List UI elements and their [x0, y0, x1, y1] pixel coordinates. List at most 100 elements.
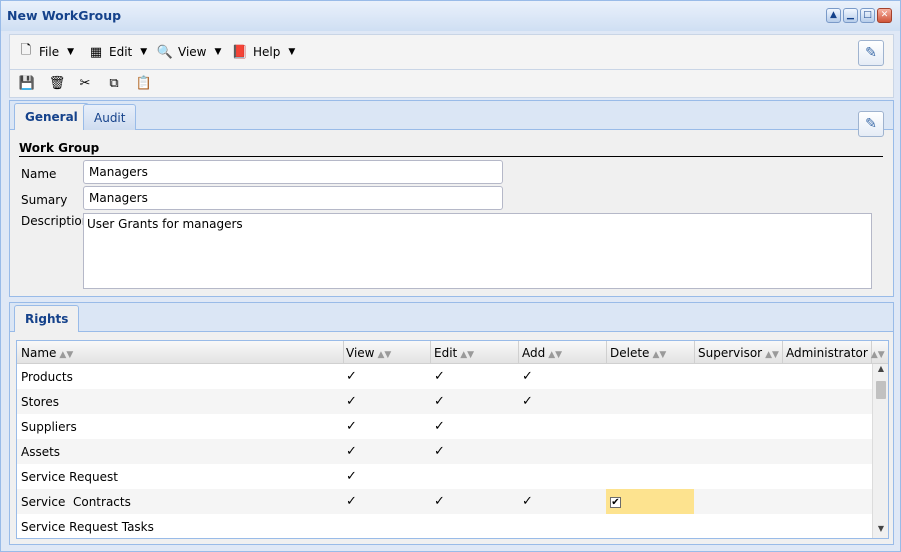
- window-titlebar[interactable]: New WorkGroup ▲ ▁ □ ✕: [1, 1, 900, 31]
- cell-delete[interactable]: [606, 439, 694, 464]
- cut-icon[interactable]: ✂: [76, 74, 94, 92]
- edit-mode-button[interactable]: ✎: [858, 40, 884, 66]
- cell-name: Suppliers: [21, 420, 77, 434]
- cell-supervisor[interactable]: [694, 439, 782, 464]
- cell-delete[interactable]: [606, 389, 694, 414]
- table-row[interactable]: Assets ✓ ✓: [17, 439, 872, 464]
- delete-icon[interactable]: 🗑: [48, 74, 66, 92]
- table-row[interactable]: Products ✓ ✓ ✓: [17, 364, 872, 389]
- close-icon[interactable]: ✕: [877, 8, 892, 23]
- workgroup-window: New WorkGroup ▲ ▁ □ ✕ 🗋 File ▼ ▦ Edit ▼ …: [0, 0, 901, 552]
- cell-edit[interactable]: ✓: [430, 489, 518, 514]
- column-header-administrator[interactable]: Administrator ▲▼: [782, 341, 885, 364]
- cell-edit[interactable]: [430, 514, 518, 538]
- cell-administrator[interactable]: [782, 439, 872, 464]
- column-header-supervisor[interactable]: Supervisor ▲▼: [694, 341, 783, 364]
- cell-supervisor[interactable]: [694, 464, 782, 489]
- cell-edit[interactable]: ✓: [430, 414, 518, 439]
- minimize-icon[interactable]: ▁: [843, 8, 858, 23]
- cell-edit[interactable]: ✓: [430, 389, 518, 414]
- cell-view[interactable]: ✓: [342, 414, 430, 439]
- column-header-view[interactable]: View ▲▼: [342, 341, 431, 364]
- tab-rights[interactable]: Rights: [14, 305, 80, 332]
- column-header-name[interactable]: Name ▲▼: [17, 341, 344, 364]
- column-header-delete[interactable]: Delete ▲▼: [606, 341, 695, 364]
- cell-view[interactable]: ✓: [342, 439, 430, 464]
- cell-view[interactable]: ✓: [342, 489, 430, 514]
- table-row[interactable]: Service Request ✓: [17, 464, 872, 489]
- cell-delete[interactable]: [606, 364, 694, 389]
- column-header-add[interactable]: Add ▲▼: [518, 341, 607, 364]
- menu-edit[interactable]: ▦ Edit ▼: [88, 44, 147, 60]
- maximize-icon[interactable]: □: [860, 8, 875, 23]
- cell-delete[interactable]: [606, 514, 694, 538]
- menu-help-label: Help: [253, 45, 281, 59]
- cell-administrator[interactable]: [782, 464, 872, 489]
- scroll-down-icon[interactable]: ▼: [873, 524, 888, 538]
- cell-view[interactable]: ✓: [342, 364, 430, 389]
- menu-view[interactable]: 🔍 View ▼: [157, 44, 222, 60]
- cell-add[interactable]: [518, 414, 606, 439]
- cell-name: Products: [21, 370, 73, 384]
- cell-delete[interactable]: [606, 414, 694, 439]
- copy-icon[interactable]: ⧉: [105, 74, 123, 92]
- collapse-icon[interactable]: ▲: [826, 8, 841, 23]
- file-icon: 🗋: [20, 43, 32, 58]
- tab-general[interactable]: General: [14, 103, 89, 130]
- cell-add[interactable]: ✓: [518, 489, 606, 514]
- cell-delete[interactable]: [606, 464, 694, 489]
- save-icon[interactable]: 💾: [18, 74, 36, 92]
- cell-supervisor[interactable]: [694, 514, 782, 538]
- cell-view[interactable]: ✓: [342, 389, 430, 414]
- menu-view-label: View: [178, 45, 207, 59]
- table-row[interactable]: Service Contracts ✓ ✓ ✓ ✔: [17, 489, 872, 514]
- cell-add[interactable]: [518, 464, 606, 489]
- menu-file[interactable]: 🗋 File ▼: [18, 43, 75, 60]
- paste-icon[interactable]: 📋: [135, 74, 153, 92]
- cell-supervisor[interactable]: [694, 489, 782, 514]
- grid-scrollbar[interactable]: ▲ ▼: [872, 364, 888, 538]
- cell-edit[interactable]: ✓: [430, 364, 518, 389]
- summary-input[interactable]: [83, 186, 503, 210]
- chevron-down-icon: ▼: [67, 47, 75, 57]
- name-input[interactable]: [83, 160, 503, 184]
- cell-add[interactable]: ✓: [518, 389, 606, 414]
- rights-grid: Name ▲▼ View ▲▼ Edit ▲▼ Add ▲▼ Delete ▲▼ Supe…: [16, 340, 889, 539]
- cell-administrator[interactable]: [782, 514, 872, 538]
- description-textarea[interactable]: User Grants for managers: [83, 213, 872, 289]
- cell-supervisor[interactable]: [694, 389, 782, 414]
- scroll-up-icon[interactable]: ▲: [873, 364, 888, 378]
- cell-add[interactable]: [518, 439, 606, 464]
- cell-supervisor[interactable]: [694, 364, 782, 389]
- delete-checkbox[interactable]: ✔: [610, 497, 621, 508]
- menu-help[interactable]: 📕 Help ▼: [232, 44, 295, 60]
- cell-add[interactable]: [518, 514, 606, 538]
- window-title: New WorkGroup: [7, 8, 122, 23]
- cell-supervisor[interactable]: [694, 414, 782, 439]
- cell-administrator[interactable]: [782, 364, 872, 389]
- cell-administrator[interactable]: [782, 389, 872, 414]
- summary-label: Sumary: [21, 193, 68, 207]
- tab-audit[interactable]: Audit: [83, 104, 137, 130]
- column-header-label: Supervisor: [698, 346, 763, 360]
- table-row[interactable]: Stores ✓ ✓ ✓: [17, 389, 872, 414]
- cell-view[interactable]: ✓: [342, 464, 430, 489]
- table-row[interactable]: Suppliers ✓ ✓: [17, 414, 872, 439]
- cell-name: Service Request Tasks: [21, 520, 154, 534]
- window-tools: ▲ ▁ □ ✕: [826, 8, 892, 23]
- cell-view[interactable]: [342, 514, 430, 538]
- cell-add[interactable]: ✓: [518, 364, 606, 389]
- scroll-thumb[interactable]: [876, 381, 886, 399]
- grid-header: Name ▲▼ View ▲▼ Edit ▲▼ Add ▲▼ Delete ▲▼ Supe…: [17, 341, 888, 364]
- grid-body: Products ✓ ✓ ✓ Stores ✓ ✓ ✓ Suppliers ✓ ✓ Assets ✓ ✓ S…: [17, 364, 872, 538]
- column-header-label: Add: [522, 346, 546, 360]
- table-row[interactable]: Service Request Tasks: [17, 514, 872, 538]
- cell-delete[interactable]: ✔: [606, 489, 694, 514]
- cell-administrator[interactable]: [782, 489, 872, 514]
- column-header-edit[interactable]: Edit ▲▼: [430, 341, 519, 364]
- edit-form-button[interactable]: ✎: [858, 111, 884, 137]
- sort-icon: ▲▼: [59, 350, 74, 360]
- cell-edit[interactable]: ✓: [430, 439, 518, 464]
- cell-administrator[interactable]: [782, 414, 872, 439]
- cell-edit[interactable]: [430, 464, 518, 489]
